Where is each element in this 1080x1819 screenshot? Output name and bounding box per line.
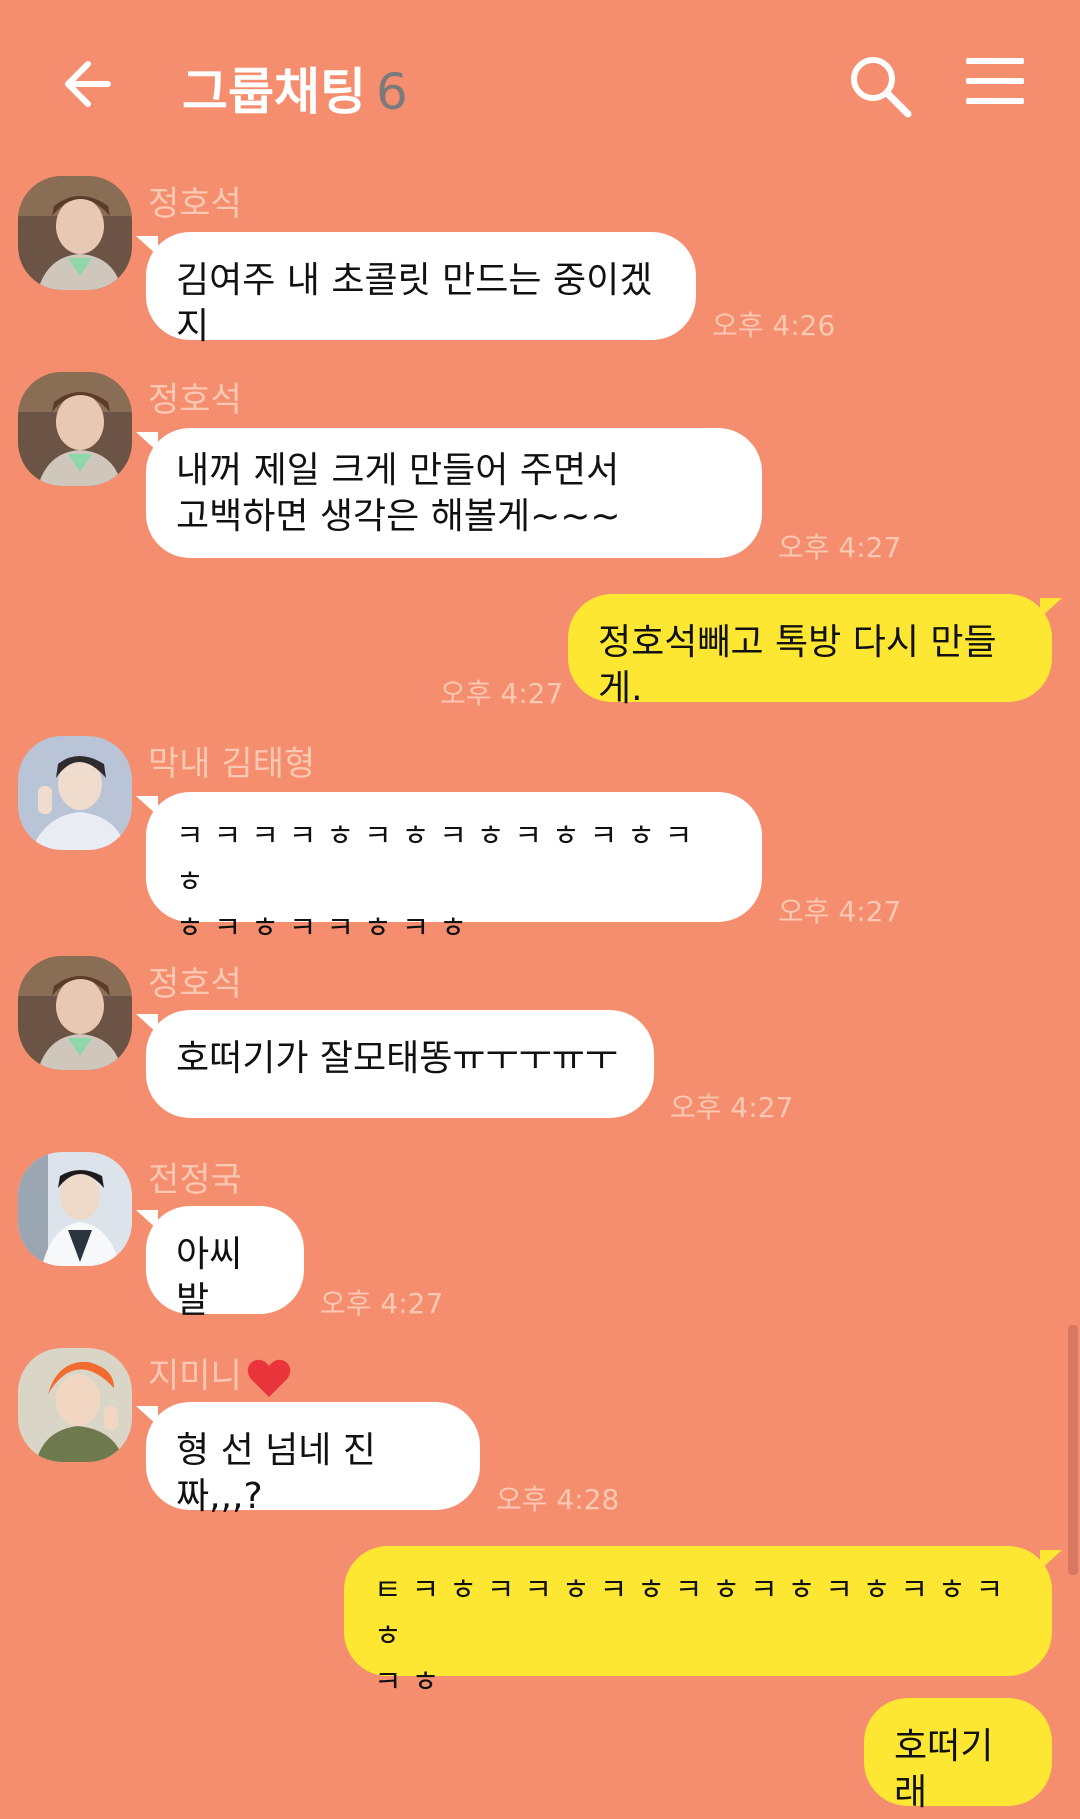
message-text: 김여주 내 초콜릿 만드는 중이겠지 — [176, 260, 653, 347]
search-icon — [851, 57, 912, 118]
message-time: 오후 4:27 — [778, 531, 902, 564]
message-text: 아씨발 — [176, 1234, 243, 1321]
message-bubble[interactable]: 호떠기가 잘모태똥ㅠㅜㅜㅠㅜ — [136, 1010, 654, 1118]
sender-name: 전정국 — [148, 1160, 242, 1200]
menu-button[interactable] — [966, 58, 1024, 108]
sender-name: 지미니 — [148, 1348, 292, 1399]
member-count: 6 — [376, 63, 408, 121]
back-arrow-icon — [65, 61, 111, 107]
message-bubble[interactable]: 정호석빼고 톡방 다시 만들게. — [568, 594, 1062, 709]
message-bubble[interactable]: 김여주 내 초콜릿 만드는 중이겠지 — [136, 232, 696, 347]
message-text-line: 내꺼 제일 크게 만들어 주면서 — [176, 450, 620, 491]
avatar[interactable] — [18, 736, 132, 850]
avatar[interactable] — [18, 372, 132, 486]
message-time: 오후 4:27 — [440, 677, 564, 710]
sender-name: 막내 김태형 — [148, 744, 316, 784]
message-time: 오후 4:27 — [320, 1287, 444, 1320]
message-time: 오후 4:28 — [496, 1483, 620, 1516]
heart-icon — [247, 1359, 291, 1397]
message-text: 호떠기래 — [894, 1726, 994, 1813]
chat-header: 그룹채팅 6 — [0, 0, 1080, 170]
message-time: 오후 4:27 — [778, 895, 902, 928]
avatar[interactable] — [18, 1152, 132, 1266]
message-text-line: ㅌㅋㅎㅋㅋㅎㅋㅎㅋㅎㅋㅎㅋㅎㅋㅎㅋㅎ — [374, 1573, 1014, 1654]
sender-name: 정호석 — [148, 184, 242, 224]
message-bubble[interactable]: ㅋㅋㅋㅋㅎㅋㅎㅋㅎㅋㅎㅋㅎㅋㅎ ㅎㅋㅎㅋㅋㅎㅋㅎ — [136, 792, 762, 946]
chat-title-text: 그룹채팅 — [182, 63, 366, 121]
message-bubble[interactable]: 아씨발 — [136, 1206, 304, 1321]
message-text: 호떠기가 잘모태똥ㅠㅜㅜㅠㅜ — [176, 1038, 619, 1079]
chat-title: 그룹채팅 6 — [182, 52, 408, 124]
message-text-line: ㅋㅋㅋㅋㅎㅋㅎㅋㅎㅋㅎㅋㅎㅋㅎ — [176, 819, 703, 900]
message-bubble[interactable]: 형 선 넘네 진짜,,,? — [136, 1402, 480, 1517]
sender-name: 정호석 — [148, 964, 242, 1004]
sender-name-text: 지미니 — [148, 1356, 242, 1396]
message-bubble[interactable]: 내꺼 제일 크게 만들어 주면서 고백하면 생각은 해볼게~~~ — [136, 428, 762, 558]
avatar[interactable] — [18, 1348, 132, 1462]
message-bubble[interactable]: ㅌㅋㅎㅋㅋㅎㅋㅎㅋㅎㅋㅎㅋㅎㅋㅎㅋㅎ ㅋㅎ — [344, 1546, 1062, 1700]
message-text: 정호석빼고 톡방 다시 만들게. — [598, 622, 997, 709]
sender-name: 정호석 — [148, 380, 242, 420]
message-time: 오후 4:26 — [712, 309, 836, 342]
message-text-line: ㅎㅋㅎㅋㅋㅎㅋㅎ — [176, 911, 477, 946]
search-button[interactable] — [846, 52, 916, 122]
back-button[interactable] — [58, 50, 148, 120]
avatar[interactable] — [18, 176, 132, 290]
avatar[interactable] — [18, 956, 132, 1070]
scrollbar[interactable] — [1068, 1325, 1078, 1575]
message-time: 오후 4:27 — [670, 1091, 794, 1124]
message-text: 형 선 넘네 진짜,,,? — [176, 1430, 376, 1517]
message-text-line: 고백하면 생각은 해볼게~~~ — [176, 496, 621, 537]
message-bubble[interactable]: 호떠기래 — [864, 1698, 1052, 1813]
hamburger-menu-icon — [966, 58, 1024, 64]
